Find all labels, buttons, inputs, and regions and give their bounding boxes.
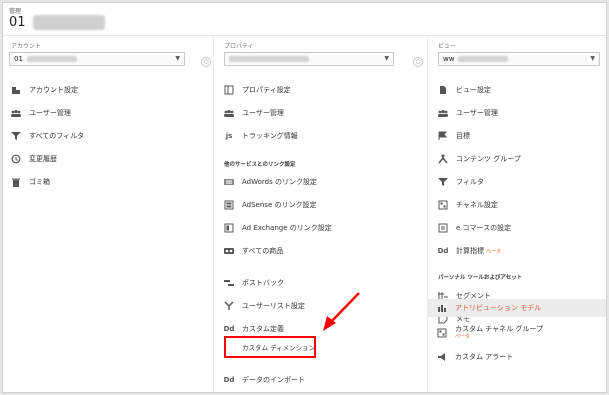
pointer-arrow-icon bbox=[323, 292, 360, 331]
admin-panel: 管理 01 アカウント 01 ▼ アカウント設定 ユーザー管理 すべてのフィルタ bbox=[2, 2, 607, 393]
